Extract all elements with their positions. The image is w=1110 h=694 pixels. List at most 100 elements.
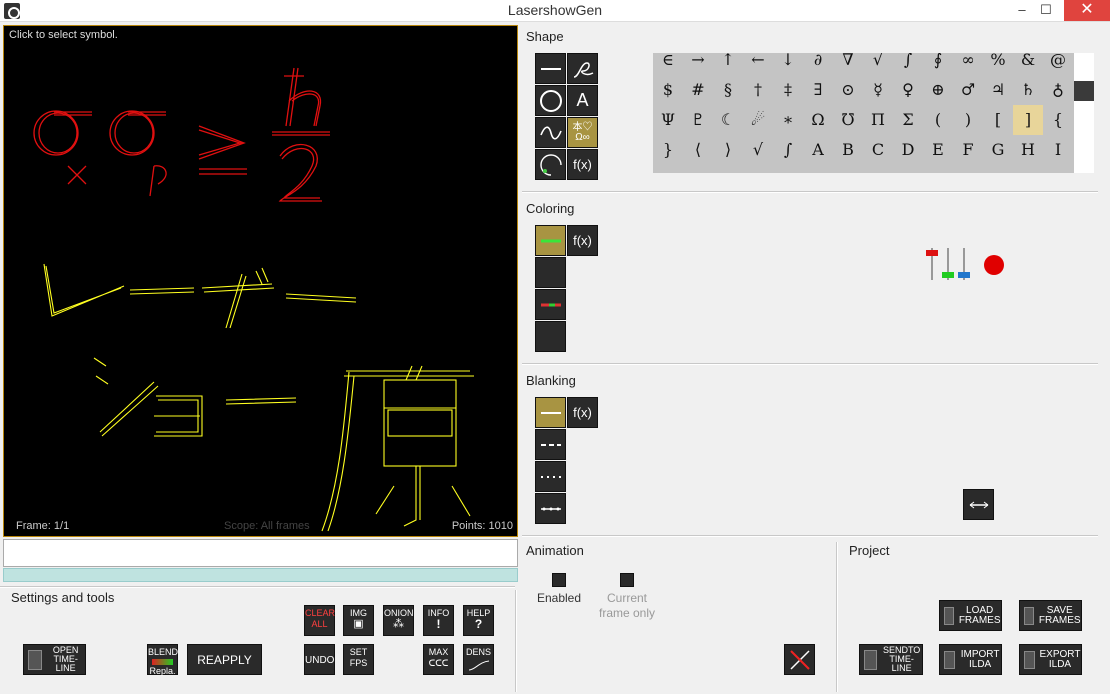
spiral-tool-button[interactable] [535, 149, 566, 180]
symbol-cell[interactable]: ♀ [893, 75, 923, 105]
export-ilda-button[interactable]: EXPORT ILDA [1019, 644, 1082, 675]
symbol-cell[interactable]: @ [1043, 53, 1073, 75]
symbol-cell[interactable]: Q [863, 165, 893, 173]
symbol-cell[interactable]: ☿ [863, 75, 893, 105]
max-button[interactable]: MAX ᑕᑕᑕ [423, 644, 454, 675]
function-tool-button[interactable]: f(x) [567, 149, 598, 180]
maximize-button[interactable]: ☐ [1030, 0, 1062, 21]
animation-stop-button[interactable] [784, 644, 815, 675]
symbol-cell[interactable]: ↓ [773, 53, 803, 75]
symbol-cell[interactable]: F [953, 135, 983, 165]
symbol-cell[interactable]: § [713, 75, 743, 105]
symbol-cell[interactable]: ∃ [803, 75, 833, 105]
density-button[interactable]: DENS [463, 644, 494, 675]
symbol-cell[interactable]: ‡ [773, 75, 803, 105]
open-timeline-button[interactable]: OPEN TIME- LINE [23, 644, 86, 675]
undo-button[interactable]: UNDO [304, 644, 335, 675]
symbol-cell[interactable]: √ [863, 53, 893, 75]
symbol-cell[interactable]: U [983, 165, 1013, 173]
symbol-cell[interactable]: ) [953, 105, 983, 135]
symbol-cell[interactable]: ↑ [713, 53, 743, 75]
info-button[interactable]: INFO ! [423, 605, 454, 636]
symbol-cell[interactable]: V [1013, 165, 1043, 173]
circle-tool-button[interactable] [535, 85, 566, 116]
color-function-button[interactable]: f(x) [567, 225, 598, 256]
clear-all-button[interactable]: CLEAR ALL [304, 605, 335, 636]
symbol-cell[interactable]: $ [653, 75, 683, 105]
current-frame-only-checkbox[interactable] [620, 573, 634, 587]
symbol-cell[interactable]: D [893, 135, 923, 165]
symbol-cell[interactable]: ⊙ [833, 75, 863, 105]
symbol-cell[interactable]: { [1043, 105, 1073, 135]
close-button[interactable]: ✕ [1064, 0, 1110, 21]
freehand-tool-button[interactable] [567, 53, 598, 84]
symbol-cell[interactable]: S [923, 165, 953, 173]
symbol-cell[interactable]: } [653, 135, 683, 165]
img-button[interactable]: IMG ▣ [343, 605, 374, 636]
symbol-scrollbar-thumb[interactable] [1074, 81, 1094, 101]
import-ilda-button[interactable]: IMPORT ILDA [939, 644, 1002, 675]
segmented-color-button[interactable] [535, 289, 566, 320]
symbol-cell[interactable]: ♃ [983, 75, 1013, 105]
symbol-scrollbar[interactable] [1074, 53, 1094, 173]
solid-color-button[interactable] [535, 225, 566, 256]
symbol-cell[interactable]: N [773, 165, 803, 173]
symbol-cell[interactable]: ⊕ [923, 75, 953, 105]
symbol-cell[interactable]: √ [743, 135, 773, 165]
symbol-cell[interactable]: † [743, 75, 773, 105]
wave-tool-button[interactable] [535, 117, 566, 148]
symbol-cell[interactable]: M [743, 165, 773, 173]
symbol-cell[interactable]: I [1043, 135, 1073, 165]
symbol-cell[interactable]: K [683, 165, 713, 173]
symbol-cell[interactable]: ∞ [953, 53, 983, 75]
symbol-cell[interactable]: H [1013, 135, 1043, 165]
symbol-cell[interactable]: G [983, 135, 1013, 165]
symbol-cell[interactable]: T [953, 165, 983, 173]
symbol-cell[interactable]: E [923, 135, 953, 165]
reapply-button[interactable]: REAPPLY [187, 644, 262, 675]
symbol-cell[interactable]: O [803, 165, 833, 173]
symbol-cell[interactable]: [ [983, 105, 1013, 135]
laser-canvas[interactable]: Click to select symbol. Frame: 1/1 Scope… [3, 25, 518, 537]
symbol-cell[interactable]: → [683, 53, 713, 75]
symbol-cell[interactable]: & [1013, 53, 1043, 75]
blanking-spacing-button[interactable] [963, 489, 994, 520]
symbol-cell[interactable]: ♁ [1043, 75, 1073, 105]
symbol-cell[interactable]: Π [863, 105, 893, 135]
symbol-cell[interactable]: ☾ [713, 105, 743, 135]
symbol-cell[interactable]: # [683, 75, 713, 105]
text-input-strip[interactable] [3, 539, 518, 567]
symbol-cell[interactable]: J [653, 165, 683, 173]
onion-button[interactable]: ONION ⁂ [383, 605, 414, 636]
symbol-cell[interactable]: ♇ [683, 105, 713, 135]
symbol-cell[interactable]: C [863, 135, 893, 165]
symbol-cell[interactable]: W [1043, 165, 1073, 173]
symbol-cell[interactable]: ∇ [833, 53, 863, 75]
rgb-sliders[interactable] [922, 244, 1012, 284]
symbol-cell[interactable]: ♂ [953, 75, 983, 105]
blanking-dashdot-button[interactable] [535, 493, 566, 524]
symbol-cell[interactable]: ♄ [1013, 75, 1043, 105]
symbol-cell[interactable]: Σ [893, 105, 923, 135]
symbol-cell[interactable]: P [833, 165, 863, 173]
symbol-cell[interactable]: ] [1013, 105, 1043, 135]
symbol-cell[interactable]: ⟩ [713, 135, 743, 165]
blend-button[interactable]: BLEND Repla. [147, 644, 178, 676]
gradient-color-button[interactable] [535, 257, 566, 288]
load-frames-button[interactable]: LOAD FRAMES [939, 600, 1002, 631]
blanking-solid-button[interactable] [535, 397, 566, 428]
symbol-cell[interactable]: R [893, 165, 923, 173]
symbol-cell[interactable]: ∫ [893, 53, 923, 75]
symbol-cell[interactable]: ∫ [773, 135, 803, 165]
symbol-cell[interactable]: Ψ [653, 105, 683, 135]
symbol-cell[interactable]: % [983, 53, 1013, 75]
symbol-cell[interactable]: A [803, 135, 833, 165]
send-to-timeline-button[interactable]: SENDTO TIME- LINE [859, 644, 923, 675]
symbol-grid[interactable]: ∈ → ↑ ← ↓ ∂ ∇ √ ∫ ∮ ∞% & @ $ # § † ‡ ∃ ⊙ ☿ ♀ ⊕ ♂ ♃ ♄ ♁ Ψ ♇ ☾ ☄ ∗ Ω ℧ Π Σ()[… [653, 53, 1074, 173]
symbol-cell[interactable]: ⟨ [683, 135, 713, 165]
symbol-cell[interactable]: B [833, 135, 863, 165]
symbol-cell[interactable]: ℧ [833, 105, 863, 135]
line-tool-button[interactable] [535, 53, 566, 84]
save-frames-button[interactable]: SAVE FRAMES [1019, 600, 1082, 631]
help-button[interactable]: HELP ? [463, 605, 494, 636]
